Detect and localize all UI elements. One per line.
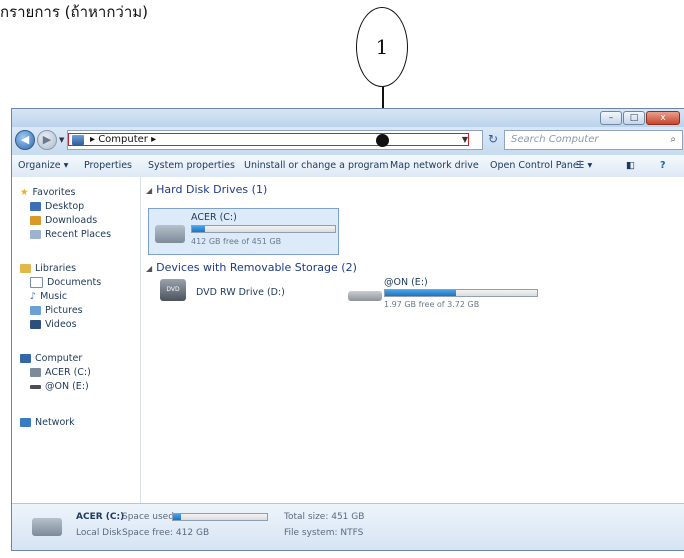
drive-usage-fill (192, 226, 205, 232)
usb-drive-icon (348, 291, 382, 301)
drive-usage-bar (384, 289, 538, 297)
collapse-triangle-icon[interactable]: ◢ (146, 186, 152, 195)
drive-usage-fill (385, 290, 457, 296)
nav-documents[interactable]: Documents (30, 277, 101, 288)
nav-videos[interactable]: Videos (30, 319, 77, 330)
details-drive-type: Local Disk (76, 528, 122, 538)
drive-free-space: 1.97 GB free of 3.72 GB (384, 300, 480, 309)
search-placeholder: Search Computer (511, 134, 599, 145)
title-bar: – □ x (12, 109, 684, 127)
drive-tile-acer[interactable]: ACER (C:) 412 GB free of 451 GB (148, 208, 339, 255)
command-bar: Organize ▾ Properties System properties … (12, 155, 684, 178)
main-pane: ◢ Hard Disk Drives (1) ACER (C:) 412 GB f… (140, 177, 684, 503)
forward-button[interactable]: ▶ (37, 130, 57, 150)
minimize-button[interactable]: – (600, 111, 622, 125)
uninstall-program-button[interactable]: Uninstall or change a program (244, 160, 389, 171)
callout-dot (376, 134, 389, 147)
desktop-icon (30, 202, 41, 211)
map-network-drive-button[interactable]: Map network drive (390, 160, 479, 171)
back-button[interactable]: ◀ (15, 130, 35, 150)
music-icon: ♪ (30, 291, 37, 302)
nav-recent[interactable]: Recent Places (30, 229, 111, 240)
nav-pictures[interactable]: Pictures (30, 305, 83, 316)
nav-desktop[interactable]: Desktop (30, 201, 84, 212)
usb-drive-icon (30, 384, 41, 389)
details-space-used-label: Space used: (122, 512, 177, 522)
nav-network-label: Network (35, 417, 75, 428)
details-pane: ACER (C:) Space used: Local Disk Space f… (12, 503, 684, 550)
nav-network[interactable]: Network (20, 417, 75, 428)
dvd-drive-icon: DVD (160, 279, 186, 301)
hard-disk-group-header[interactable]: ◢ Hard Disk Drives (1) (146, 183, 267, 196)
nav-eon[interactable]: @ON (E:) (30, 381, 89, 392)
details-usage-fill (173, 514, 182, 520)
nav-computer[interactable]: Computer (20, 353, 82, 364)
details-usage-bar (172, 513, 268, 521)
close-button[interactable]: x (646, 111, 680, 125)
nav-libraries-label: Libraries (35, 263, 77, 274)
hard-drive-icon (155, 225, 185, 243)
hard-disk-group-label: Hard Disk Drives (1) (156, 183, 268, 196)
drive-usage-bar (191, 225, 336, 233)
content-area: ★ Favorites Desktop Downloads Recent Pla… (12, 177, 684, 503)
callout-circle: 1 (356, 7, 408, 87)
nav-favorites-label: Favorites (32, 187, 76, 198)
properties-button[interactable]: Properties (84, 160, 132, 171)
hard-drive-icon (32, 518, 62, 536)
search-icon[interactable]: ⌕ (670, 131, 676, 149)
maximize-button[interactable]: □ (623, 111, 645, 125)
search-input[interactable]: Search Computer ⌕ (504, 130, 683, 150)
nav-desktop-label: Desktop (45, 201, 85, 212)
nav-documents-label: Documents (47, 277, 102, 288)
nav-downloads-label: Downloads (45, 215, 98, 226)
videos-icon (30, 320, 41, 329)
drive-name: @ON (E:) (384, 277, 428, 288)
nav-videos-label: Videos (45, 319, 77, 330)
pictures-icon (30, 306, 41, 315)
downloads-icon (30, 216, 41, 225)
address-bar-highlight (68, 133, 469, 146)
drive-free-space: 412 GB free of 451 GB (191, 237, 282, 246)
nav-music-label: Music (40, 291, 68, 302)
network-icon (20, 418, 31, 427)
hard-drive-icon (30, 368, 41, 377)
collapse-triangle-icon[interactable]: ◢ (146, 264, 152, 273)
explorer-window: – □ x ◀ ▶ ▼ ▸ Computer ▸ ▼ ↻ Search Comp… (11, 108, 684, 551)
details-file-system: File system: NTFS (284, 528, 364, 538)
drive-name: DVD RW Drive (D:) (196, 287, 285, 298)
details-space-free: Space free: 412 GB (122, 528, 210, 538)
refresh-icon[interactable]: ↻ (488, 132, 498, 146)
recent-places-icon (30, 230, 41, 239)
open-control-panel-button[interactable]: Open Control Panel (490, 160, 581, 171)
organize-menu[interactable]: Organize ▾ (18, 160, 68, 171)
navigation-pane: ★ Favorites Desktop Downloads Recent Pla… (12, 177, 141, 503)
removable-group-label: Devices with Removable Storage (2) (156, 261, 357, 274)
nav-acer-label: ACER (C:) (45, 367, 91, 378)
view-options-icon[interactable]: ☷ ▾ (576, 160, 592, 171)
nav-libraries[interactable]: Libraries (20, 263, 76, 274)
documents-icon (30, 277, 43, 288)
computer-icon (20, 354, 31, 363)
removable-group-header[interactable]: ◢ Devices with Removable Storage (2) (146, 261, 357, 274)
star-icon: ★ (20, 187, 29, 198)
nav-music[interactable]: ♪ Music (30, 291, 67, 302)
details-drive-name: ACER (C:) (76, 512, 125, 522)
nav-pictures-label: Pictures (45, 305, 83, 316)
window-controls: – □ x (599, 111, 680, 125)
help-icon[interactable]: ? (660, 160, 666, 171)
libraries-icon (20, 264, 31, 273)
nav-eon-label: @ON (E:) (45, 381, 89, 392)
nav-computer-label: Computer (35, 353, 83, 364)
preview-pane-icon[interactable]: ◧ (626, 160, 635, 171)
callout-number: 1 (375, 35, 389, 59)
nav-downloads[interactable]: Downloads (30, 215, 97, 226)
details-total-size: Total size: 451 GB (284, 512, 365, 522)
system-properties-button[interactable]: System properties (148, 160, 235, 171)
nav-recent-label: Recent Places (45, 229, 112, 240)
nav-favorites[interactable]: ★ Favorites (20, 187, 75, 198)
page-caption: กรายการ (ถ้าหากว่าม) (0, 3, 149, 21)
nav-acer[interactable]: ACER (C:) (30, 367, 91, 378)
recent-pages-dropdown[interactable]: ▼ (59, 136, 64, 144)
drive-name: ACER (C:) (191, 212, 237, 223)
